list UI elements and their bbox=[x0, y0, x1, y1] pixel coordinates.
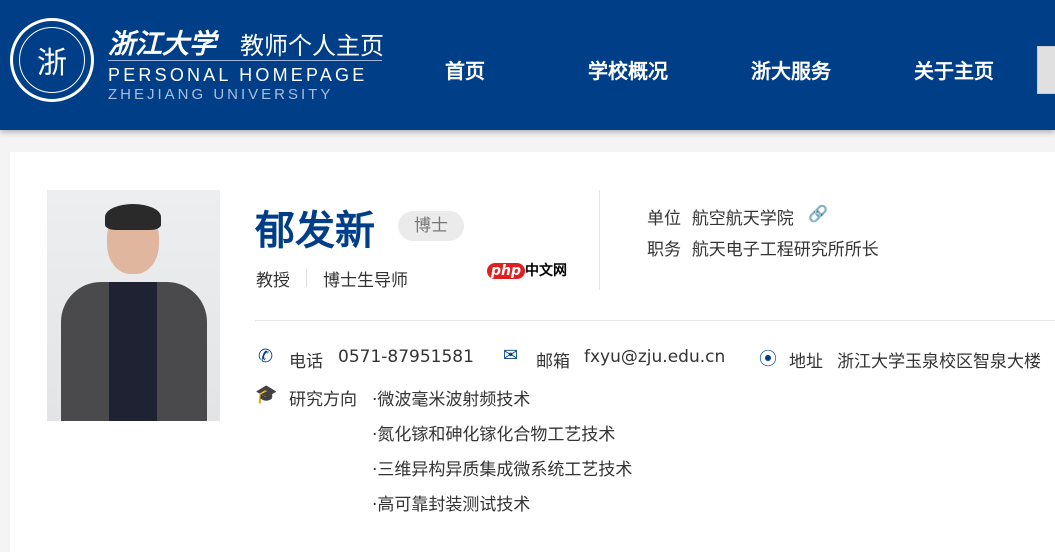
phone-label: 电话 bbox=[289, 352, 323, 372]
phone-icon: ✆ bbox=[258, 346, 274, 367]
unit-value[interactable]: 航空航天学院 bbox=[692, 209, 794, 229]
title-professor: 教授 bbox=[256, 271, 290, 291]
research-item: ·微波毫米波射频技术 bbox=[372, 390, 531, 410]
seal-text: 浙 bbox=[37, 46, 67, 81]
nav-zju-services[interactable]: 浙大服务 bbox=[751, 55, 831, 84]
mail-icon: ✉ bbox=[503, 345, 519, 366]
watermark-logo: php 中文网 bbox=[487, 260, 567, 280]
position-label: 职务 bbox=[647, 240, 681, 260]
brand-en-title: PERSONAL HOMEPAGE bbox=[108, 65, 368, 85]
location-icon: ⦿ bbox=[759, 349, 777, 370]
search-box[interactable] bbox=[1037, 46, 1055, 94]
vertical-divider bbox=[599, 190, 600, 290]
research-item: ·高可靠封装测试技术 bbox=[372, 495, 531, 515]
horizontal-divider bbox=[255, 320, 1055, 321]
university-seal-logo[interactable]: 浙 bbox=[10, 18, 94, 102]
profile-photo bbox=[47, 190, 220, 421]
address-label: 地址 bbox=[789, 352, 823, 372]
brand-cn: 浙江大学 bbox=[108, 29, 216, 60]
email-label: 邮箱 bbox=[536, 352, 570, 372]
link-icon[interactable]: 🔗 bbox=[808, 204, 828, 223]
position-value: 航天电子工程研究所所长 bbox=[691, 240, 879, 260]
nav-home[interactable]: 首页 bbox=[445, 55, 485, 84]
teacher-name: 郁发新 bbox=[255, 208, 375, 254]
title-phd-supervisor: 博士生导师 bbox=[323, 271, 408, 291]
brand-en-university: ZHEJIANG UNIVERSITY bbox=[108, 86, 334, 103]
nav-about[interactable]: 关于主页 bbox=[914, 55, 994, 84]
title-separator bbox=[306, 269, 307, 287]
site-header: 浙 浙江大学 教师个人主页 PERSONAL HOMEPAGE ZHEJIANG… bbox=[0, 0, 1055, 130]
unit-row: 单位 航空航天学院 bbox=[647, 204, 794, 229]
graduation-cap-icon: 🎓 bbox=[255, 384, 278, 405]
research-item: ·氮化镓和砷化镓化合物工艺技术 bbox=[372, 425, 616, 445]
research-label: 研究方向 bbox=[289, 390, 357, 410]
address-value: 浙江大学玉泉校区智泉大楼 bbox=[837, 352, 1041, 372]
watermark-php: php bbox=[487, 263, 526, 279]
email-value[interactable]: fxyu@zju.edu.cn bbox=[584, 347, 725, 367]
research-item: ·三维异构异质集成微系统工艺技术 bbox=[372, 460, 633, 480]
degree-badge: 博士 bbox=[398, 211, 464, 241]
phone-value: 0571-87951581 bbox=[338, 347, 474, 367]
nav-school-overview[interactable]: 学校概况 bbox=[588, 55, 668, 84]
brand-divider bbox=[108, 60, 382, 61]
watermark-text: 中文网 bbox=[525, 263, 568, 279]
position-row: 职务 航天电子工程研究所所长 bbox=[647, 235, 879, 260]
brand-subtitle: 教师个人主页 bbox=[240, 32, 384, 60]
unit-label: 单位 bbox=[647, 209, 681, 229]
